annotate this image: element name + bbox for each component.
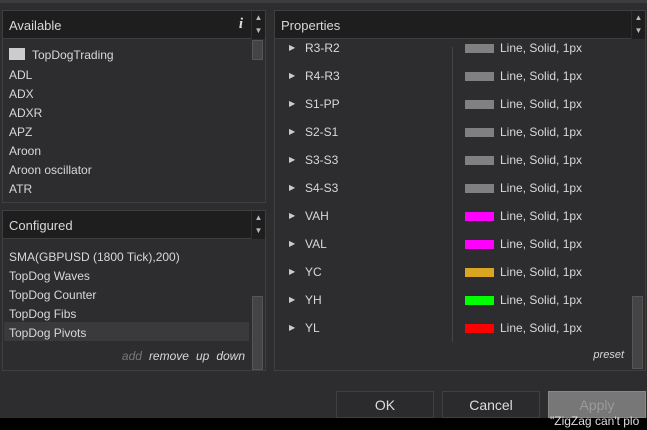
indicator-item[interactable]: ADL <box>9 68 32 82</box>
color-swatch[interactable] <box>465 128 494 137</box>
indicator-item[interactable]: Aroon oscillator <box>9 163 92 177</box>
property-row[interactable]: ▶ S3-S3 Line, Solid, 1px <box>275 152 629 172</box>
up-link[interactable]: up <box>196 349 209 363</box>
indicator-item[interactable]: ADXR <box>9 106 42 120</box>
configured-item[interactable]: SMA(GBPUSD (1800 Tick),200) <box>9 250 180 264</box>
property-row[interactable]: ▶ VAH Line, Solid, 1px <box>275 208 629 228</box>
expand-icon[interactable]: ▶ <box>289 295 295 304</box>
property-value[interactable]: Line, Solid, 1px <box>500 125 582 139</box>
color-swatch[interactable] <box>465 324 494 333</box>
property-value[interactable]: Line, Solid, 1px <box>500 321 582 335</box>
configured-item[interactable]: TopDog Fibs <box>9 307 76 321</box>
property-name: S3-S3 <box>305 153 339 167</box>
chart-message: "ZigZag can't plo <box>550 414 640 428</box>
info-icon[interactable]: i <box>239 16 243 33</box>
color-swatch[interactable] <box>465 44 494 53</box>
property-value[interactable]: Line, Solid, 1px <box>500 153 582 167</box>
property-row[interactable]: ▶ YH Line, Solid, 1px <box>275 292 629 312</box>
configured-scrollbar[interactable] <box>252 296 263 370</box>
expand-icon[interactable]: ▶ <box>289 43 295 52</box>
color-swatch[interactable] <box>465 184 494 193</box>
property-name: S1-PP <box>305 97 340 111</box>
indicator-item[interactable]: ATR <box>9 182 32 196</box>
property-row[interactable]: ▶ S1-PP Line, Solid, 1px <box>275 96 629 116</box>
property-value[interactable]: Line, Solid, 1px <box>500 209 582 223</box>
configured-spinner[interactable]: ▲ ▼ <box>251 211 265 239</box>
expand-icon[interactable]: ▶ <box>289 267 295 276</box>
property-row[interactable]: ▶ YL Line, Solid, 1px <box>275 320 629 340</box>
preset-link[interactable]: preset <box>593 349 624 361</box>
ok-button[interactable]: OK <box>336 391 434 418</box>
color-swatch[interactable] <box>465 156 494 165</box>
color-swatch[interactable] <box>465 296 494 305</box>
expand-icon[interactable]: ▶ <box>289 183 295 192</box>
chart-background-strip: "ZigZag can't plo <box>0 414 647 430</box>
property-name: YC <box>305 265 322 279</box>
property-name: S2-S1 <box>305 125 339 139</box>
folder-label: TopDogTrading <box>32 48 114 62</box>
property-value[interactable]: Line, Solid, 1px <box>500 265 582 279</box>
color-swatch[interactable] <box>465 72 494 81</box>
indicator-item[interactable]: APZ <box>9 125 32 139</box>
down-link[interactable]: down <box>216 349 245 363</box>
available-spinner[interactable]: ▲ ▼ <box>251 11 265 39</box>
add-link[interactable]: add <box>122 349 142 363</box>
expand-icon[interactable]: ▶ <box>289 211 295 220</box>
configured-item[interactable]: TopDog Waves <box>9 269 90 283</box>
configured-item[interactable]: TopDog Pivots <box>9 326 86 340</box>
indicator-item[interactable]: ADX <box>9 87 34 101</box>
configured-actions: add remove up down <box>115 349 245 363</box>
property-name: S4-S3 <box>305 181 339 195</box>
configured-header: Configured <box>3 211 265 239</box>
available-panel: Available i ▲ ▼ TopDogTrading ADL ADX ADXR A… <box>2 10 266 203</box>
property-name: YL <box>305 321 320 335</box>
expand-icon[interactable]: ▶ <box>289 71 295 80</box>
property-value[interactable]: Line, Solid, 1px <box>500 293 582 307</box>
folder-item[interactable]: TopDogTrading <box>9 48 114 62</box>
color-swatch[interactable] <box>465 212 494 221</box>
property-row[interactable]: ▶ R4-R3 Line, Solid, 1px <box>275 68 629 88</box>
property-value[interactable]: Line, Solid, 1px <box>500 41 582 55</box>
property-value[interactable]: Line, Solid, 1px <box>500 69 582 83</box>
property-value[interactable]: Line, Solid, 1px <box>500 237 582 251</box>
expand-icon[interactable]: ▶ <box>289 155 295 164</box>
properties-panel: Properties ▲ ▼ ▶ R3-R2 Line, Solid, 1px ▶ R4-… <box>274 10 646 371</box>
property-row[interactable]: ▶ VAL Line, Solid, 1px <box>275 236 629 256</box>
property-name: VAL <box>305 237 327 251</box>
available-header: Available <box>3 11 265 39</box>
available-title: Available <box>9 18 62 33</box>
configured-title: Configured <box>9 218 73 233</box>
property-name: YH <box>305 293 322 307</box>
folder-icon <box>9 48 25 60</box>
cancel-button[interactable]: Cancel <box>442 391 540 418</box>
color-swatch[interactable] <box>465 240 494 249</box>
expand-icon[interactable]: ▶ <box>289 239 295 248</box>
property-value[interactable]: Line, Solid, 1px <box>500 181 582 195</box>
configured-panel: Configured ▲ ▼ SMA(GBPUSD (1800 Tick),200… <box>2 210 266 371</box>
property-row[interactable]: ▶ YC Line, Solid, 1px <box>275 264 629 284</box>
property-value[interactable]: Line, Solid, 1px <box>500 97 582 111</box>
color-swatch[interactable] <box>465 100 494 109</box>
property-row[interactable]: ▶ S2-S1 Line, Solid, 1px <box>275 124 629 144</box>
property-name: R4-R3 <box>305 69 340 83</box>
property-name: R3-R2 <box>305 41 340 55</box>
expand-icon[interactable]: ▶ <box>289 127 295 136</box>
available-scrollbar[interactable] <box>252 40 263 60</box>
color-swatch[interactable] <box>465 268 494 277</box>
title-bar <box>0 0 647 3</box>
property-row[interactable]: ▶ S4-S3 Line, Solid, 1px <box>275 180 629 200</box>
property-name: VAH <box>305 209 329 223</box>
indicator-item[interactable]: Aroon <box>9 144 41 158</box>
remove-link[interactable]: remove <box>149 349 189 363</box>
configured-item[interactable]: TopDog Counter <box>9 288 96 302</box>
expand-icon[interactable]: ▶ <box>289 323 295 332</box>
expand-icon[interactable]: ▶ <box>289 99 295 108</box>
property-row[interactable]: ▶ R3-R2 Line, Solid, 1px <box>275 40 629 60</box>
